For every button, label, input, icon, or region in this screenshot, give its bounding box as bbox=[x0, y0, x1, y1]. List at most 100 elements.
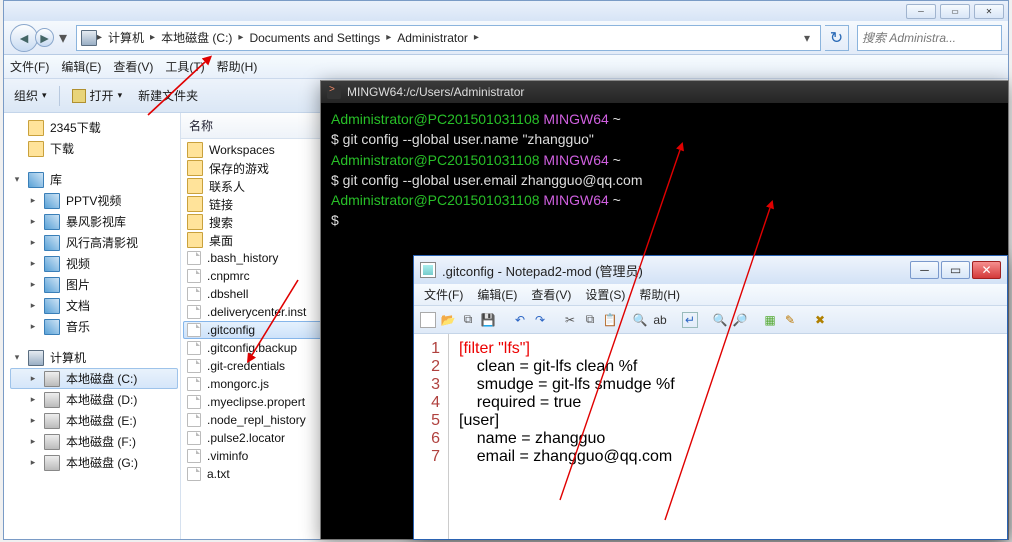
drive-icon bbox=[44, 455, 60, 471]
tree-item[interactable]: ▸文档 bbox=[10, 295, 178, 316]
minimize-button[interactable]: ─ bbox=[906, 4, 936, 19]
paste-icon[interactable]: 📋 bbox=[602, 312, 618, 328]
tree-drive-item[interactable]: ▸本地磁盘 (E:) bbox=[10, 410, 178, 431]
library-item-icon bbox=[44, 277, 60, 293]
open-icon[interactable]: 📂 bbox=[440, 312, 456, 328]
wrap-icon[interactable]: ↵ bbox=[682, 312, 698, 328]
tree-item[interactable]: ▸视频 bbox=[10, 253, 178, 274]
menu-view[interactable]: 查看(V) bbox=[531, 286, 571, 303]
menu-tools[interactable]: 工具(T) bbox=[165, 58, 204, 75]
tree-item[interactable]: ▸PPTV视频 bbox=[10, 190, 178, 211]
zoomin-icon[interactable]: 🔍 bbox=[712, 312, 728, 328]
menu-help[interactable]: 帮助(H) bbox=[639, 286, 680, 303]
tree-item[interactable]: ▸风行高清影视 bbox=[10, 232, 178, 253]
tree-item[interactable]: 下载 bbox=[10, 138, 178, 159]
notepad-titlebar[interactable]: .gitconfig - Notepad2-mod (管理员) ─ ▭ ✕ bbox=[414, 256, 1007, 284]
tree-item[interactable]: ▸图片 bbox=[10, 274, 178, 295]
explorer-titlebar[interactable]: ─ ▭ ✕ bbox=[4, 1, 1008, 21]
maximize-button[interactable]: ▭ bbox=[940, 4, 970, 19]
file-row[interactable]: .node_repl_history bbox=[183, 411, 336, 429]
library-item-icon bbox=[44, 214, 60, 230]
file-row[interactable]: 链接 bbox=[183, 195, 336, 213]
tree-item[interactable]: 2345下载 bbox=[10, 117, 178, 138]
file-row[interactable]: .myeclipse.propert bbox=[183, 393, 336, 411]
file-row[interactable]: .mongorc.js bbox=[183, 375, 336, 393]
tree-item[interactable]: ▸暴风影视库 bbox=[10, 211, 178, 232]
column-header-name[interactable]: 名称 bbox=[181, 113, 338, 139]
file-icon bbox=[187, 431, 201, 445]
browse-icon[interactable]: ⧉ bbox=[460, 312, 476, 328]
file-row[interactable]: .gitconfig.backup bbox=[183, 339, 336, 357]
explorer-navbar: ◄ ► ▾ ▸ 计算机▸ 本地磁盘 (C:)▸ Documents and Se… bbox=[4, 21, 1008, 55]
breadcrumb[interactable]: ▸ 计算机▸ 本地磁盘 (C:)▸ Documents and Settings… bbox=[76, 25, 821, 51]
copy-icon[interactable]: ⧉ bbox=[582, 312, 598, 328]
nav-forward-button[interactable]: ► bbox=[35, 28, 54, 47]
close-button[interactable]: ✕ bbox=[972, 261, 1001, 279]
tree-drive-item[interactable]: ▸本地磁盘 (D:) bbox=[10, 389, 178, 410]
menu-view[interactable]: 查看(V) bbox=[113, 58, 153, 75]
file-row[interactable]: .viminfo bbox=[183, 447, 336, 465]
replace-icon[interactable]: ab bbox=[652, 312, 668, 328]
breadcrumb-item[interactable]: Documents and Settings bbox=[243, 26, 386, 50]
file-row[interactable]: a.txt bbox=[183, 465, 336, 483]
tree-drive-item[interactable]: ▸本地磁盘 (C:) bbox=[10, 368, 178, 389]
organize-button[interactable]: 组织 ▾ bbox=[10, 87, 51, 104]
zoomout-icon[interactable]: 🔎 bbox=[732, 312, 748, 328]
undo-icon[interactable]: ↶ bbox=[512, 312, 528, 328]
file-row[interactable]: .dbshell bbox=[183, 285, 336, 303]
tree-drive-item[interactable]: ▸本地磁盘 (G:) bbox=[10, 452, 178, 473]
notepad-editor[interactable]: 1234567 [filter "lfs"] clean = git-lfs c… bbox=[414, 334, 1007, 539]
file-row[interactable]: 联系人 bbox=[183, 177, 336, 195]
exit-icon[interactable]: ✖ bbox=[812, 312, 828, 328]
menu-help[interactable]: 帮助(H) bbox=[217, 58, 258, 75]
library-item-icon bbox=[44, 193, 60, 209]
terminal-titlebar[interactable]: MINGW64:/c/Users/Administrator bbox=[321, 81, 1008, 103]
search-input[interactable]: 搜索 Administra... bbox=[857, 25, 1002, 51]
file-row[interactable]: .cnpmrc bbox=[183, 267, 336, 285]
new-icon[interactable]: □ bbox=[420, 312, 436, 328]
breadcrumb-item[interactable]: Administrator bbox=[391, 26, 474, 50]
breadcrumb-item[interactable]: 计算机 bbox=[102, 26, 150, 50]
nav-history-dropdown[interactable]: ▾ bbox=[54, 28, 72, 48]
menu-file[interactable]: 文件(F) bbox=[424, 286, 463, 303]
breadcrumb-item[interactable]: 本地磁盘 (C:) bbox=[155, 26, 238, 50]
save-icon[interactable]: 💾 bbox=[480, 312, 496, 328]
library-item-icon bbox=[44, 235, 60, 251]
refresh-button[interactable]: ↻ bbox=[825, 25, 849, 51]
menu-file[interactable]: 文件(F) bbox=[10, 58, 49, 75]
library-item-icon bbox=[44, 298, 60, 314]
tree-item[interactable]: ▸音乐 bbox=[10, 316, 178, 337]
open-button[interactable]: 打开 ▾ bbox=[68, 87, 127, 104]
notepad-icon bbox=[420, 262, 436, 278]
scheme-icon[interactable]: ▦ bbox=[762, 312, 778, 328]
file-icon bbox=[187, 359, 201, 373]
file-row[interactable]: .gitconfig bbox=[183, 321, 336, 339]
new-folder-button[interactable]: 新建文件夹 bbox=[134, 87, 202, 104]
drive-icon bbox=[44, 371, 60, 387]
minimize-button[interactable]: ─ bbox=[910, 261, 939, 279]
menu-edit[interactable]: 编辑(E) bbox=[61, 58, 101, 75]
tree-drive-item[interactable]: ▸本地磁盘 (F:) bbox=[10, 431, 178, 452]
tree-library-title[interactable]: 库 bbox=[50, 171, 62, 188]
tree-computer-title[interactable]: 计算机 bbox=[50, 349, 86, 366]
file-icon bbox=[187, 269, 201, 283]
file-row[interactable]: 保存的游戏 bbox=[183, 159, 336, 177]
maximize-button[interactable]: ▭ bbox=[941, 261, 970, 279]
nav-back-button[interactable]: ◄ bbox=[10, 24, 38, 52]
file-row[interactable]: 搜索 bbox=[183, 213, 336, 231]
file-row[interactable]: Workspaces bbox=[183, 141, 336, 159]
file-row[interactable]: .pulse2.locator bbox=[183, 429, 336, 447]
find-icon[interactable]: 🔍 bbox=[632, 312, 648, 328]
close-button[interactable]: ✕ bbox=[974, 4, 1004, 19]
cut-icon[interactable]: ✂ bbox=[562, 312, 578, 328]
menu-edit[interactable]: 编辑(E) bbox=[477, 286, 517, 303]
terminal-icon bbox=[327, 85, 341, 99]
path-dropdown[interactable]: ▾ bbox=[798, 31, 816, 45]
menu-setting[interactable]: 设置(S) bbox=[585, 286, 625, 303]
file-row[interactable]: .bash_history bbox=[183, 249, 336, 267]
custom-icon[interactable]: ✎ bbox=[782, 312, 798, 328]
file-row[interactable]: .deliverycenter.inst bbox=[183, 303, 336, 321]
file-row[interactable]: .git-credentials bbox=[183, 357, 336, 375]
redo-icon[interactable]: ↷ bbox=[532, 312, 548, 328]
file-row[interactable]: 桌面 bbox=[183, 231, 336, 249]
